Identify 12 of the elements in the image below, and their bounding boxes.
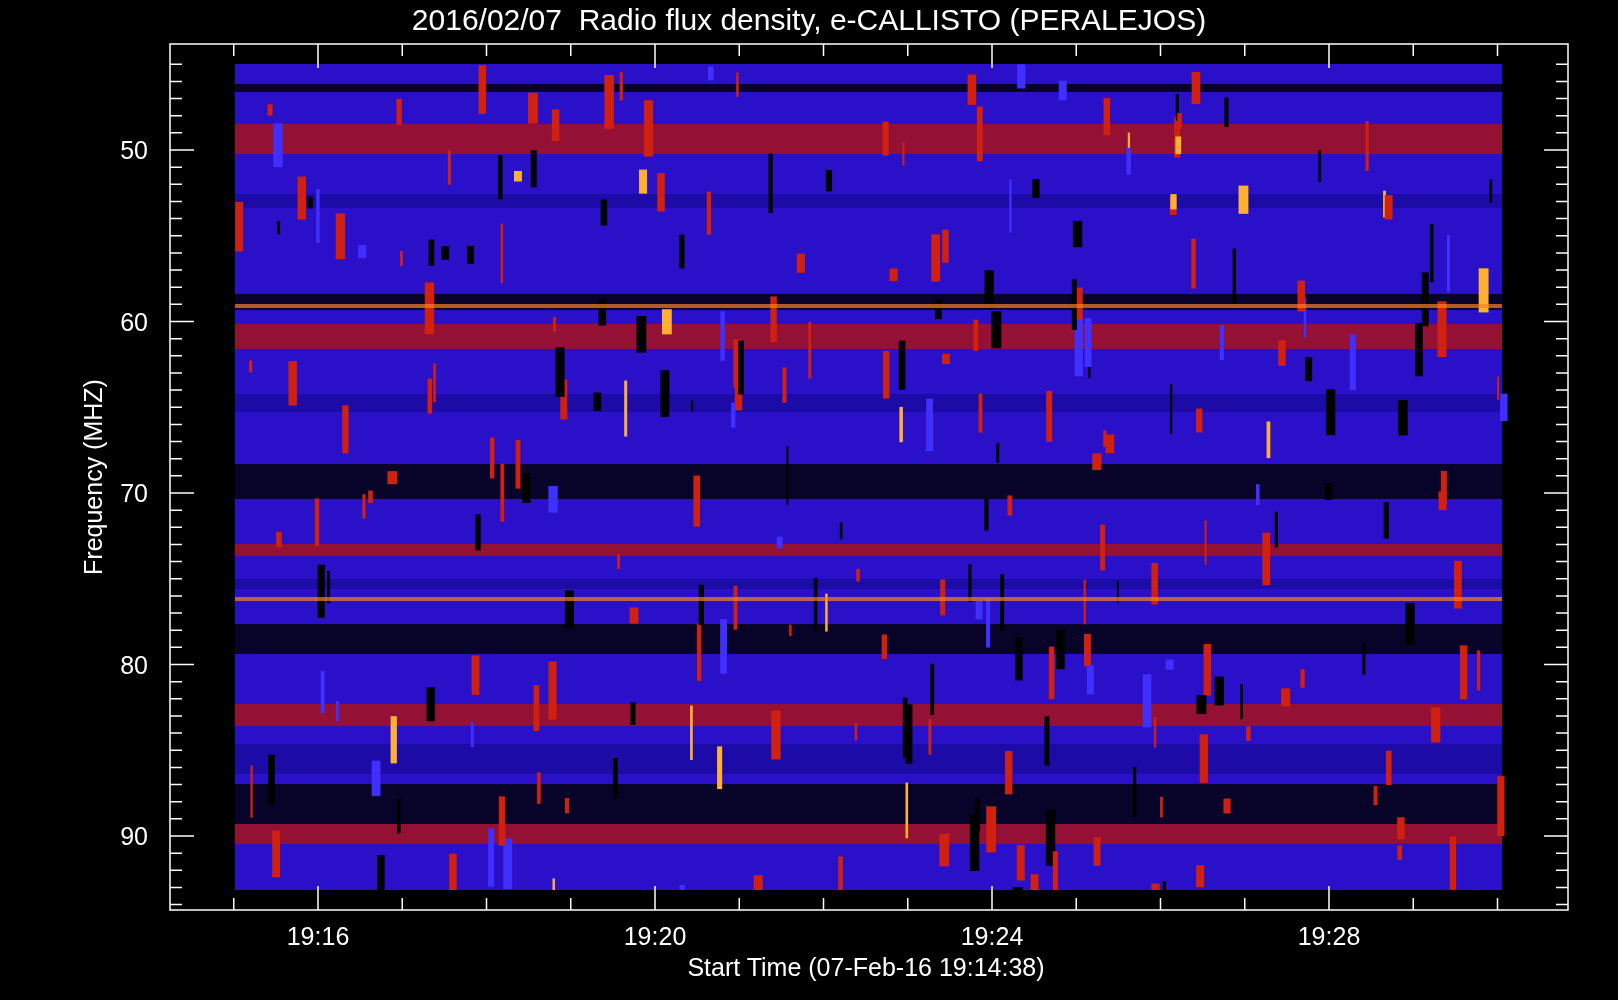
- y-tick-label: 70: [120, 479, 148, 507]
- y-tick-label: 90: [120, 822, 148, 850]
- chart-title: 2016/02/07 Radio flux density, e-CALLISTO (PERALEJOS): [411, 3, 1207, 36]
- y-tick-label: 80: [120, 650, 148, 679]
- y-tick-label: 60: [120, 307, 148, 336]
- y-tick-label: 50: [120, 136, 148, 164]
- x-tick-label: 19:16: [286, 922, 350, 950]
- x-tick-label: 19:28: [1297, 922, 1361, 950]
- x-axis-label: Start Time (07-Feb-16 19:14:38): [687, 953, 1045, 981]
- y-axis-label: Frequency (MHZ): [79, 379, 107, 575]
- x-tick-label: 19:20: [623, 922, 687, 950]
- x-tick-label: 19:24: [960, 922, 1024, 950]
